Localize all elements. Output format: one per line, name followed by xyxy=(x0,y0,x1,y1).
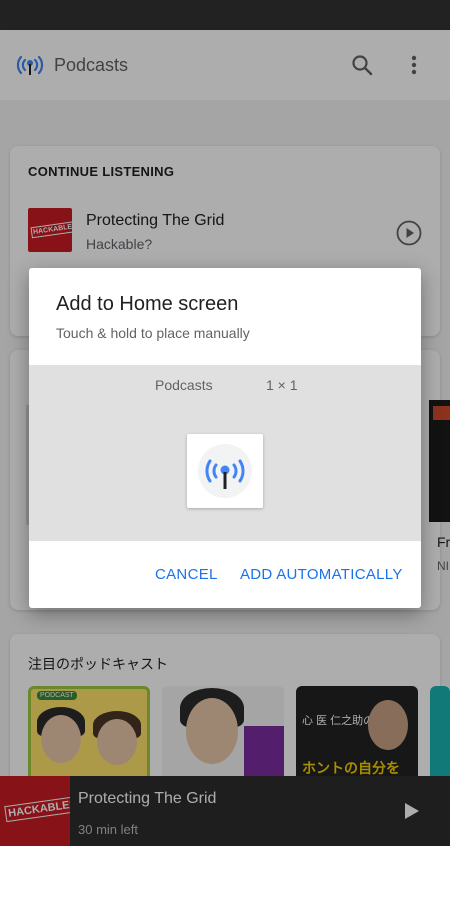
podcast-app-icon xyxy=(198,444,252,498)
bottom-area xyxy=(0,846,450,900)
cancel-button[interactable]: CANCEL xyxy=(155,566,218,583)
dialog-actions: CANCEL ADD AUTOMATICALLY xyxy=(29,541,421,608)
dialog-title: Add to Home screen xyxy=(56,293,239,315)
podcast-widget[interactable] xyxy=(187,434,263,508)
dialog-subtitle: Touch & hold to place manually xyxy=(56,325,250,341)
widget-size: 1 × 1 xyxy=(266,377,298,393)
add-to-home-dialog: Add to Home screen Touch & hold to place… xyxy=(29,268,421,608)
add-automatically-button[interactable]: ADD AUTOMATICALLY xyxy=(240,566,403,583)
widget-name: Podcasts xyxy=(155,377,213,393)
widget-preview: Podcasts 1 × 1 xyxy=(29,365,421,541)
